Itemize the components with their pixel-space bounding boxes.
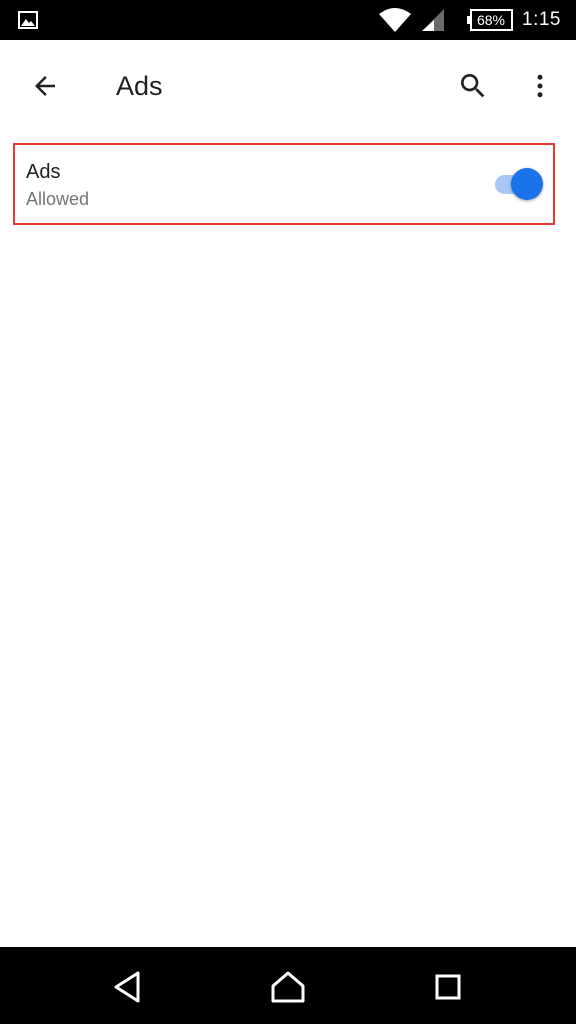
clock: 1:15 (522, 9, 561, 30)
setting-title: Ads (26, 161, 61, 183)
back-button[interactable] (21, 62, 69, 110)
nav-home-button[interactable] (266, 965, 310, 1009)
gallery-icon (18, 11, 38, 29)
setting-subtitle: Allowed (26, 189, 90, 209)
more-options-button[interactable] (516, 62, 564, 110)
ads-setting-row[interactable]: Ads Allowed (13, 143, 555, 225)
navigation-bar (0, 947, 576, 1024)
app-bar: Ads (0, 40, 576, 132)
ads-toggle-switch[interactable] (493, 167, 549, 201)
nav-home-icon (271, 971, 305, 1003)
back-arrow-icon (35, 76, 55, 96)
more-vert-icon (537, 74, 543, 98)
battery-percentage: 68% (476, 12, 506, 28)
nav-back-button[interactable] (106, 965, 150, 1009)
screen: 68% 1:15 Ads Ads Allowed (0, 0, 576, 1024)
search-button[interactable] (449, 62, 497, 110)
nav-back-icon (114, 971, 140, 1003)
page-title: Ads (116, 71, 163, 101)
wifi-icon (379, 8, 411, 32)
search-icon (461, 74, 485, 98)
toggle-thumb (511, 168, 543, 200)
nav-recents-button[interactable] (426, 965, 470, 1009)
nav-recents-icon (435, 974, 461, 1000)
cell-signal-icon (422, 9, 444, 31)
status-bar: 68% 1:15 (0, 0, 576, 40)
